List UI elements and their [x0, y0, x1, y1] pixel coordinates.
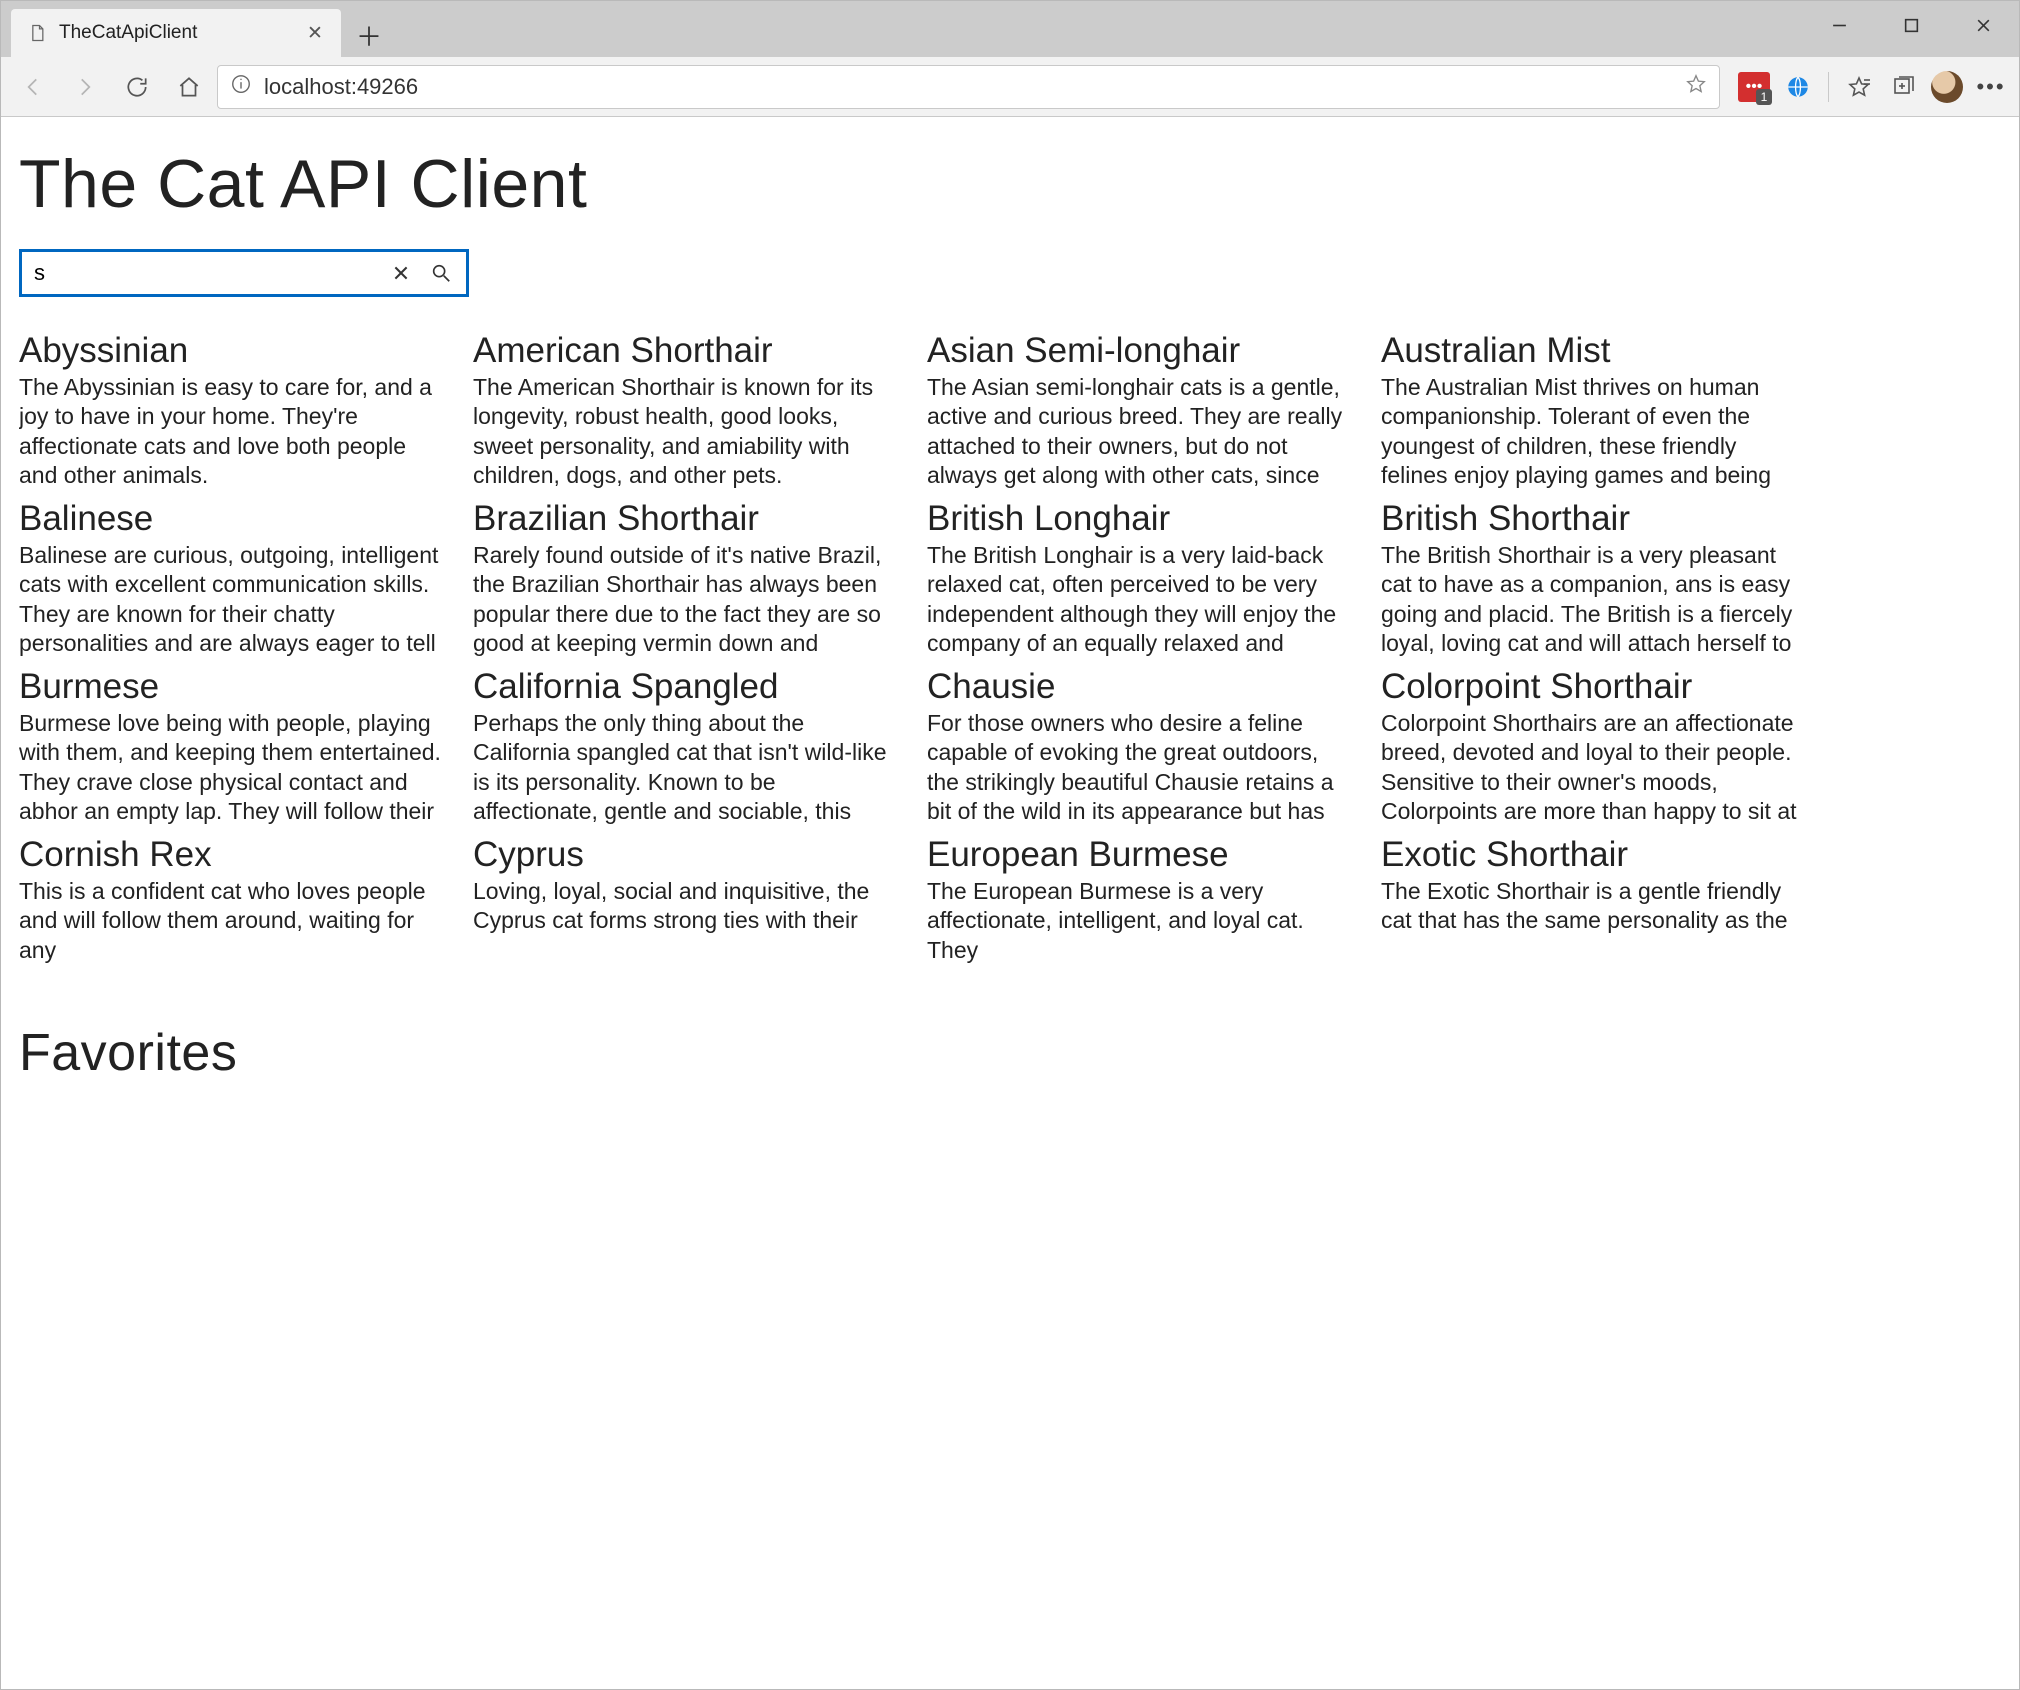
breed-description: Burmese love being with people, playing …	[19, 709, 447, 825]
breed-card[interactable]: European BurmeseThe European Burmese is …	[927, 835, 1355, 993]
close-tab-button[interactable]: ✕	[303, 22, 327, 45]
page-viewport: The Cat API Client AbyssinianThe Abyssin…	[1, 117, 2019, 1689]
forward-button[interactable]	[61, 63, 109, 111]
breed-description: The European Burmese is a very affection…	[927, 877, 1355, 965]
breed-name: British Longhair	[927, 499, 1355, 539]
breed-card[interactable]: Asian Semi-longhairThe Asian semi-longha…	[927, 331, 1355, 489]
breed-name: American Shorthair	[473, 331, 901, 371]
breed-card[interactable]: BalineseBalinese are curious, outgoing, …	[19, 499, 447, 657]
breed-description: This is a confident cat who loves people…	[19, 877, 447, 965]
breed-description: Colorpoint Shorthairs are an affectionat…	[1381, 709, 1809, 825]
breed-description: The Abyssinian is easy to care for, and …	[19, 373, 447, 489]
extension-lastpass[interactable]: ••• 1	[1734, 67, 1774, 107]
home-button[interactable]	[165, 63, 213, 111]
favorite-star-button[interactable]	[1685, 73, 1707, 101]
breed-card[interactable]: Cornish RexThis is a confident cat who l…	[19, 835, 447, 993]
search-input[interactable]	[32, 256, 376, 290]
breed-description: Balinese are curious, outgoing, intellig…	[19, 541, 447, 657]
breed-description: The Australian Mist thrives on human com…	[1381, 373, 1809, 489]
breed-card[interactable]: AbyssinianThe Abyssinian is easy to care…	[19, 331, 447, 489]
page-icon	[25, 21, 49, 45]
breed-description: Rarely found outside of it's native Braz…	[473, 541, 901, 657]
breed-name: Australian Mist	[1381, 331, 1809, 371]
extensions-area: ••• 1 •••	[1734, 67, 2011, 107]
breed-card[interactable]: Australian MistThe Australian Mist thriv…	[1381, 331, 1809, 489]
extension-badge: 1	[1756, 89, 1772, 105]
maximize-button[interactable]	[1875, 1, 1947, 49]
toolbar-separator	[1828, 72, 1829, 102]
titlebar: TheCatApiClient ✕ ＋	[1, 1, 2019, 57]
breed-description: The Exotic Shorthair is a gentle friendl…	[1381, 877, 1809, 936]
breed-card[interactable]: British ShorthairThe British Shorthair i…	[1381, 499, 1809, 657]
breed-description: The Asian semi-longhair cats is a gentle…	[927, 373, 1355, 489]
url-text: localhost:49266	[264, 74, 1673, 100]
page-content[interactable]: The Cat API Client AbyssinianThe Abyssin…	[1, 117, 2019, 1689]
clear-search-button[interactable]	[386, 258, 416, 288]
breed-name: Exotic Shorthair	[1381, 835, 1809, 875]
breed-name: Burmese	[19, 667, 447, 707]
breed-name: California Spangled	[473, 667, 901, 707]
breed-description: Loving, loyal, social and inquisitive, t…	[473, 877, 901, 936]
collections-button[interactable]	[1883, 67, 1923, 107]
address-bar[interactable]: localhost:49266	[217, 65, 1720, 109]
breed-name: Balinese	[19, 499, 447, 539]
breed-card[interactable]: BurmeseBurmese love being with people, p…	[19, 667, 447, 825]
new-tab-button[interactable]: ＋	[347, 13, 391, 57]
breed-card[interactable]: Colorpoint ShorthairColorpoint Shorthair…	[1381, 667, 1809, 825]
breed-name: Chausie	[927, 667, 1355, 707]
browser-tab[interactable]: TheCatApiClient ✕	[11, 9, 341, 57]
breed-card[interactable]: Exotic ShorthairThe Exotic Shorthair is …	[1381, 835, 1809, 993]
breed-card[interactable]: CyprusLoving, loyal, social and inquisit…	[473, 835, 901, 993]
minimize-button[interactable]	[1803, 1, 1875, 49]
breed-grid: AbyssinianThe Abyssinian is easy to care…	[19, 331, 1809, 993]
breed-card[interactable]: Brazilian ShorthairRarely found outside …	[473, 499, 901, 657]
search-box	[19, 249, 469, 297]
breed-card[interactable]: California SpangledPerhaps the only thin…	[473, 667, 901, 825]
app-title: The Cat API Client	[19, 145, 2001, 223]
breed-description: Perhaps the only thing about the Califor…	[473, 709, 901, 825]
breed-description: The British Shorthair is a very pleasant…	[1381, 541, 1809, 657]
breed-name: Asian Semi-longhair	[927, 331, 1355, 371]
breed-card[interactable]: ChausieFor those owners who desire a fel…	[927, 667, 1355, 825]
breed-description: The British Longhair is a very laid-back…	[927, 541, 1355, 657]
tab-title: TheCatApiClient	[59, 22, 293, 44]
tab-strip: TheCatApiClient ✕ ＋	[1, 1, 391, 57]
favorites-heading: Favorites	[19, 1023, 2001, 1083]
breed-name: Abyssinian	[19, 331, 447, 371]
browser-window: TheCatApiClient ✕ ＋	[0, 0, 2020, 1690]
profile-avatar[interactable]	[1927, 67, 1967, 107]
more-menu-button[interactable]: •••	[1971, 67, 2011, 107]
breed-card[interactable]: American ShorthairThe American Shorthair…	[473, 331, 901, 489]
breed-description: The American Shorthair is known for its …	[473, 373, 901, 489]
breed-name: British Shorthair	[1381, 499, 1809, 539]
site-info-icon[interactable]	[230, 73, 252, 101]
search-button[interactable]	[426, 258, 456, 288]
refresh-button[interactable]	[113, 63, 161, 111]
back-button[interactable]	[9, 63, 57, 111]
favorites-button[interactable]	[1839, 67, 1879, 107]
extension-globe[interactable]	[1778, 67, 1818, 107]
breed-card[interactable]: British LonghairThe British Longhair is …	[927, 499, 1355, 657]
browser-toolbar: localhost:49266 ••• 1 ••	[1, 57, 2019, 117]
breed-description: For those owners who desire a feline cap…	[927, 709, 1355, 825]
close-window-button[interactable]	[1947, 1, 2019, 49]
breed-name: Brazilian Shorthair	[473, 499, 901, 539]
window-controls	[1803, 1, 2019, 49]
breed-name: Colorpoint Shorthair	[1381, 667, 1809, 707]
breed-name: European Burmese	[927, 835, 1355, 875]
breed-name: Cyprus	[473, 835, 901, 875]
breed-name: Cornish Rex	[19, 835, 447, 875]
